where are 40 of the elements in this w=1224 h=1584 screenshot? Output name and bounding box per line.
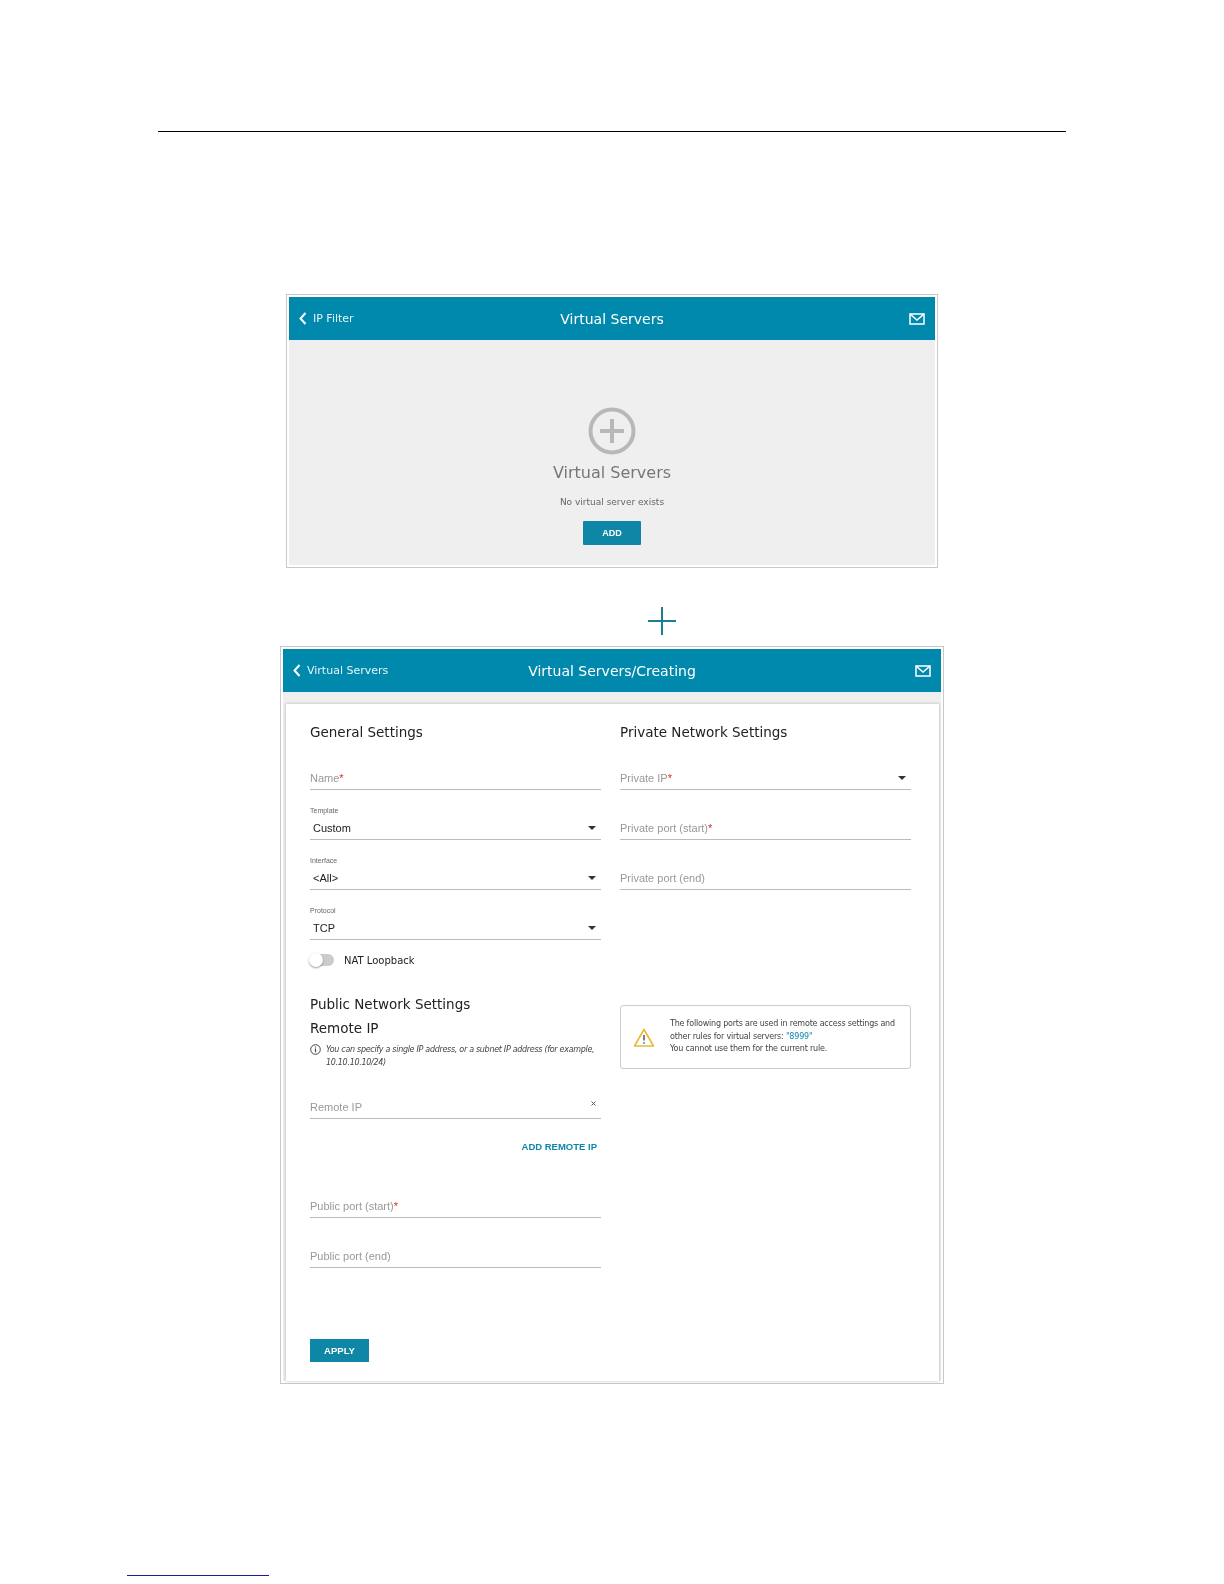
input-field[interactable]: Remote IP xyxy=(310,1096,601,1119)
section-title: Private Network Settings xyxy=(620,724,789,740)
section-title: Public Network Settings xyxy=(310,996,472,1012)
info-icon xyxy=(310,1044,321,1055)
dropdown-arrow-icon xyxy=(898,776,906,780)
add-circle-icon xyxy=(588,407,636,455)
dropdown-arrow-icon xyxy=(588,876,596,880)
input-field[interactable]: Public port (end) xyxy=(310,1245,601,1268)
clear-icon[interactable] xyxy=(591,1100,596,1106)
notice-text: The following ports are used in remote access settings and other rules for virtual servers: "8999" You cannot use them for the current rule. xyxy=(670,1018,896,1056)
apply-button[interactable]: APPLY xyxy=(310,1339,369,1362)
dropdown-arrow-icon xyxy=(588,926,596,930)
input-field[interactable]: Private port (start)* xyxy=(620,817,911,840)
add-button[interactable]: ADD xyxy=(583,521,641,545)
chevron-left-icon xyxy=(299,312,307,325)
empty-title: Virtual Servers xyxy=(552,463,672,482)
select-field[interactable]: <All> xyxy=(310,867,601,890)
input-field[interactable]: Private port (end) xyxy=(620,867,911,890)
input-field[interactable]: Public port (start)* xyxy=(310,1195,601,1218)
dropdown-arrow-icon xyxy=(588,826,596,830)
chevron-left-icon xyxy=(293,664,301,677)
select-field[interactable]: Private IP* xyxy=(620,767,911,790)
toggle-label: NAT Loopback xyxy=(344,954,415,966)
back-link[interactable]: IP Filter xyxy=(299,312,354,325)
page-title: Virtual Servers/Creating xyxy=(528,662,696,679)
mail-icon[interactable] xyxy=(909,312,925,325)
input-field[interactable]: Name* xyxy=(310,767,601,790)
subsection-title: Remote IP xyxy=(310,1020,380,1036)
plus-icon xyxy=(647,606,677,636)
back-link[interactable]: Virtual Servers xyxy=(293,664,389,677)
select-field[interactable]: Custom xyxy=(310,817,601,840)
hint-text: You can specify a single IP address, or a subnet IP address (for example, 10.10.10.10/24) xyxy=(326,1044,596,1069)
section-title: General Settings xyxy=(310,724,424,740)
add-remote-ip-link[interactable]: ADD REMOTE IP xyxy=(521,1141,597,1152)
warning-icon xyxy=(633,1027,655,1047)
empty-message: No virtual server exists xyxy=(559,497,665,507)
select-field[interactable]: TCP xyxy=(310,917,601,940)
page-title: Virtual Servers xyxy=(560,310,664,327)
mail-icon[interactable] xyxy=(915,664,931,677)
toggle-switch[interactable] xyxy=(310,954,334,966)
